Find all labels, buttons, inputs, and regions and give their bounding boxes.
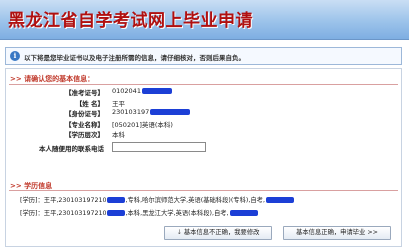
label-phone: 本人随便用的联系电话 [39, 144, 104, 153]
label-name: 【姓 名】 [75, 99, 104, 108]
value-degree-level: 本科 [112, 131, 125, 139]
value-exam-number: 0102041 [112, 87, 172, 95]
info-icon: i [10, 51, 20, 61]
row-major: 【专业名称】 [050201]英语(本科) [14, 119, 344, 130]
value-id-number: 230103197 [112, 108, 191, 116]
page-title: 黑龙江省自学考试网上毕业申请 [8, 11, 253, 31]
label-id-number: 【身份证号】 [65, 110, 104, 118]
notice-bar: i 以下将是您毕业证书以及电子注册所需的信息，请仔细核对，否则后果自负。 [5, 47, 402, 65]
row-name: 【姓 名】 王平 [14, 98, 344, 109]
apply-graduation-button[interactable]: 基本信息正确，申请毕业 >> [283, 226, 391, 240]
value-name: 王平 [112, 99, 125, 108]
arrow-down-icon: ↓ [176, 229, 182, 236]
value-major: [050201]英语(本科) [112, 120, 173, 129]
redaction-mark [150, 109, 191, 115]
education-record: [学历]：王平,230103197210 ,本科,黑龙江大学,英语(本科段),自考… [20, 208, 258, 217]
label-degree-level: 【学历层次】 [65, 131, 104, 139]
row-degree-level: 【学历层次】 本科 [14, 129, 344, 140]
education-record: [学历]：王平,230103197210 ,专科,哈尔滨师范大学,英语(基础科段)… [20, 195, 294, 204]
basic-info-table: 【准考证号】 0102041 【姓 名】 王平 【身份证号】 230103197… [14, 87, 344, 153]
redaction-mark [107, 197, 126, 203]
basic-info-title: >> 请确认您的基本信息： [10, 75, 95, 83]
label-major: 【专业名称】 [65, 120, 104, 129]
redaction-mark [141, 88, 172, 94]
label-exam-number: 【准考证号】 [65, 89, 104, 97]
redaction-mark [265, 197, 294, 203]
row-exam-number: 【准考证号】 0102041 [14, 87, 344, 98]
section-divider [9, 84, 398, 85]
section-divider [9, 190, 398, 191]
info-panel: >> 请确认您的基本信息： 【准考证号】 0102041 【姓 名】 王平 【身… [5, 68, 402, 247]
page-header: 黑龙江省自学考试网上毕业申请 [0, 0, 409, 40]
row-phone: 本人随便用的联系电话 [14, 141, 344, 154]
redaction-mark [107, 210, 126, 216]
edit-info-button[interactable]: ↓ 基本信息不正确，我要修改 [164, 226, 272, 240]
notice-text: 以下将是您毕业证书以及电子注册所需的信息，请仔细核对，否则后果自负。 [24, 54, 245, 62]
redaction-mark [229, 210, 258, 216]
row-id-number: 【身份证号】 230103197 [14, 108, 344, 119]
phone-input[interactable] [112, 141, 206, 152]
